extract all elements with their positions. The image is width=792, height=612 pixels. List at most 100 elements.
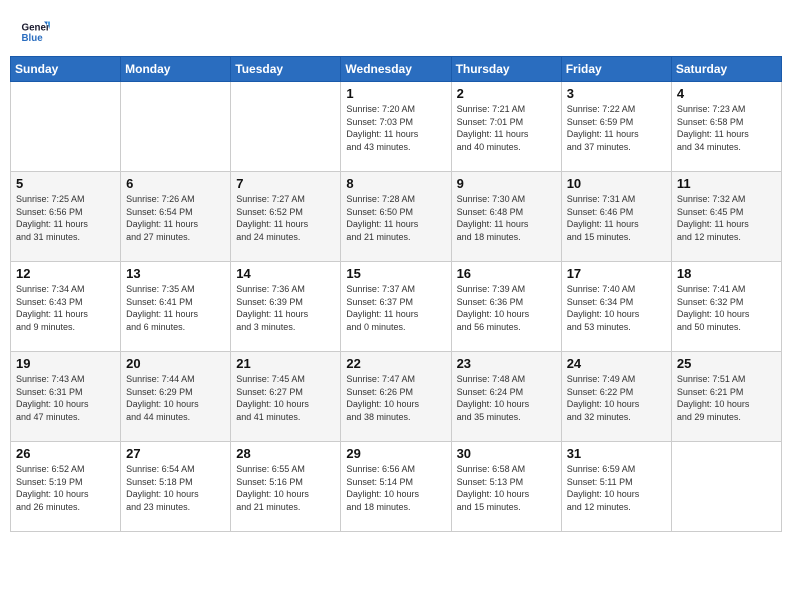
calendar-cell: [121, 82, 231, 172]
day-number: 17: [567, 266, 666, 281]
calendar-cell: 22 Sunrise: 7:47 AMSunset: 6:26 PMDayligh…: [341, 352, 451, 442]
day-number: 20: [126, 356, 225, 371]
day-number: 28: [236, 446, 335, 461]
day-info: Sunrise: 7:27 AMSunset: 6:52 PMDaylight:…: [236, 193, 335, 243]
day-number: 27: [126, 446, 225, 461]
calendar-cell: 20 Sunrise: 7:44 AMSunset: 6:29 PMDayligh…: [121, 352, 231, 442]
day-number: 22: [346, 356, 445, 371]
calendar-cell: 30 Sunrise: 6:58 AMSunset: 5:13 PMDayligh…: [451, 442, 561, 532]
day-info: Sunrise: 7:45 AMSunset: 6:27 PMDaylight:…: [236, 373, 335, 423]
svg-text:Blue: Blue: [22, 33, 44, 44]
day-info: Sunrise: 6:59 AMSunset: 5:11 PMDaylight:…: [567, 463, 666, 513]
day-number: 4: [677, 86, 776, 101]
day-info: Sunrise: 7:23 AMSunset: 6:58 PMDaylight:…: [677, 103, 776, 153]
day-number: 7: [236, 176, 335, 191]
calendar-cell: 24 Sunrise: 7:49 AMSunset: 6:22 PMDayligh…: [561, 352, 671, 442]
day-info: Sunrise: 7:32 AMSunset: 6:45 PMDaylight:…: [677, 193, 776, 243]
calendar-cell: 19Sunrise: 7:43 AMSunset: 6:31 PMDayligh…: [11, 352, 121, 442]
calendar-cell: 1 Sunrise: 7:20 AMSunset: 7:03 PMDaylight…: [341, 82, 451, 172]
day-number: 24: [567, 356, 666, 371]
calendar-cell: 18 Sunrise: 7:41 AMSunset: 6:32 PMDayligh…: [671, 262, 781, 352]
day-info: Sunrise: 7:34 AMSunset: 6:43 PMDaylight:…: [16, 283, 115, 333]
calendar-table: SundayMondayTuesdayWednesdayThursdayFrid…: [10, 56, 782, 532]
calendar-cell: 11 Sunrise: 7:32 AMSunset: 6:45 PMDayligh…: [671, 172, 781, 262]
calendar-cell: [11, 82, 121, 172]
calendar-cell: 21Sunrise: 7:45 AMSunset: 6:27 PMDayligh…: [231, 352, 341, 442]
day-info: Sunrise: 7:30 AMSunset: 6:48 PMDaylight:…: [457, 193, 556, 243]
day-info: Sunrise: 7:41 AMSunset: 6:32 PMDaylight:…: [677, 283, 776, 333]
day-info: Sunrise: 7:47 AMSunset: 6:26 PMDaylight:…: [346, 373, 445, 423]
weekday-header-thursday: Thursday: [451, 57, 561, 82]
calendar-cell: 9 Sunrise: 7:30 AMSunset: 6:48 PMDaylight…: [451, 172, 561, 262]
day-number: 11: [677, 176, 776, 191]
day-number: 6: [126, 176, 225, 191]
day-number: 16: [457, 266, 556, 281]
calendar-cell: 8Sunrise: 7:28 AMSunset: 6:50 PMDaylight…: [341, 172, 451, 262]
day-number: 5: [16, 176, 115, 191]
day-info: Sunrise: 7:22 AMSunset: 6:59 PMDaylight:…: [567, 103, 666, 153]
calendar-cell: 2 Sunrise: 7:21 AMSunset: 7:01 PMDaylight…: [451, 82, 561, 172]
day-info: Sunrise: 7:31 AMSunset: 6:46 PMDaylight:…: [567, 193, 666, 243]
day-info: Sunrise: 6:56 AMSunset: 5:14 PMDaylight:…: [346, 463, 445, 513]
week-row-1: 1 Sunrise: 7:20 AMSunset: 7:03 PMDaylight…: [11, 82, 782, 172]
calendar-cell: [671, 442, 781, 532]
calendar-cell: 17 Sunrise: 7:40 AMSunset: 6:34 PMDayligh…: [561, 262, 671, 352]
calendar-cell: 25Sunrise: 7:51 AMSunset: 6:21 PMDayligh…: [671, 352, 781, 442]
calendar-cell: 10 Sunrise: 7:31 AMSunset: 6:46 PMDayligh…: [561, 172, 671, 262]
day-info: Sunrise: 7:40 AMSunset: 6:34 PMDaylight:…: [567, 283, 666, 333]
weekday-header-tuesday: Tuesday: [231, 57, 341, 82]
day-number: 13: [126, 266, 225, 281]
day-number: 1: [346, 86, 445, 101]
day-info: Sunrise: 7:39 AMSunset: 6:36 PMDaylight:…: [457, 283, 556, 333]
weekday-header-wednesday: Wednesday: [341, 57, 451, 82]
day-info: Sunrise: 7:49 AMSunset: 6:22 PMDaylight:…: [567, 373, 666, 423]
calendar-cell: 13 Sunrise: 7:35 AMSunset: 6:41 PMDayligh…: [121, 262, 231, 352]
weekday-header-row: SundayMondayTuesdayWednesdayThursdayFrid…: [11, 57, 782, 82]
day-info: Sunrise: 6:55 AMSunset: 5:16 PMDaylight:…: [236, 463, 335, 513]
calendar-cell: 5 Sunrise: 7:25 AMSunset: 6:56 PMDaylight…: [11, 172, 121, 262]
calendar-cell: 14 Sunrise: 7:36 AMSunset: 6:39 PMDayligh…: [231, 262, 341, 352]
day-info: Sunrise: 7:21 AMSunset: 7:01 PMDaylight:…: [457, 103, 556, 153]
day-number: 18: [677, 266, 776, 281]
day-number: 9: [457, 176, 556, 191]
day-info: Sunrise: 7:36 AMSunset: 6:39 PMDaylight:…: [236, 283, 335, 333]
week-row-2: 5 Sunrise: 7:25 AMSunset: 6:56 PMDaylight…: [11, 172, 782, 262]
week-row-3: 12Sunrise: 7:34 AMSunset: 6:43 PMDayligh…: [11, 262, 782, 352]
day-number: 19: [16, 356, 115, 371]
page-header: General Blue: [10, 10, 782, 50]
day-number: 3: [567, 86, 666, 101]
day-info: Sunrise: 6:54 AMSunset: 5:18 PMDaylight:…: [126, 463, 225, 513]
logo-icon: General Blue: [20, 18, 50, 46]
day-info: Sunrise: 7:44 AMSunset: 6:29 PMDaylight:…: [126, 373, 225, 423]
calendar-cell: 3 Sunrise: 7:22 AMSunset: 6:59 PMDaylight…: [561, 82, 671, 172]
logo: General Blue: [20, 18, 50, 46]
weekday-header-friday: Friday: [561, 57, 671, 82]
day-info: Sunrise: 7:26 AMSunset: 6:54 PMDaylight:…: [126, 193, 225, 243]
day-number: 29: [346, 446, 445, 461]
day-number: 14: [236, 266, 335, 281]
calendar-cell: 31Sunrise: 6:59 AMSunset: 5:11 PMDayligh…: [561, 442, 671, 532]
calendar-cell: 12Sunrise: 7:34 AMSunset: 6:43 PMDayligh…: [11, 262, 121, 352]
day-info: Sunrise: 7:25 AMSunset: 6:56 PMDaylight:…: [16, 193, 115, 243]
weekday-header-saturday: Saturday: [671, 57, 781, 82]
day-info: Sunrise: 7:51 AMSunset: 6:21 PMDaylight:…: [677, 373, 776, 423]
day-number: 15: [346, 266, 445, 281]
weekday-header-monday: Monday: [121, 57, 231, 82]
day-info: Sunrise: 7:48 AMSunset: 6:24 PMDaylight:…: [457, 373, 556, 423]
week-row-4: 19Sunrise: 7:43 AMSunset: 6:31 PMDayligh…: [11, 352, 782, 442]
calendar-cell: 16 Sunrise: 7:39 AMSunset: 6:36 PMDayligh…: [451, 262, 561, 352]
day-info: Sunrise: 7:20 AMSunset: 7:03 PMDaylight:…: [346, 103, 445, 153]
calendar-cell: 27 Sunrise: 6:54 AMSunset: 5:18 PMDayligh…: [121, 442, 231, 532]
day-number: 30: [457, 446, 556, 461]
day-number: 23: [457, 356, 556, 371]
calendar-cell: [231, 82, 341, 172]
day-number: 2: [457, 86, 556, 101]
day-info: Sunrise: 7:37 AMSunset: 6:37 PMDaylight:…: [346, 283, 445, 333]
day-number: 10: [567, 176, 666, 191]
calendar-cell: 4 Sunrise: 7:23 AMSunset: 6:58 PMDaylight…: [671, 82, 781, 172]
week-row-5: 26Sunrise: 6:52 AMSunset: 5:19 PMDayligh…: [11, 442, 782, 532]
day-info: Sunrise: 7:35 AMSunset: 6:41 PMDaylight:…: [126, 283, 225, 333]
weekday-header-sunday: Sunday: [11, 57, 121, 82]
calendar-cell: 7 Sunrise: 7:27 AMSunset: 6:52 PMDaylight…: [231, 172, 341, 262]
day-info: Sunrise: 6:58 AMSunset: 5:13 PMDaylight:…: [457, 463, 556, 513]
